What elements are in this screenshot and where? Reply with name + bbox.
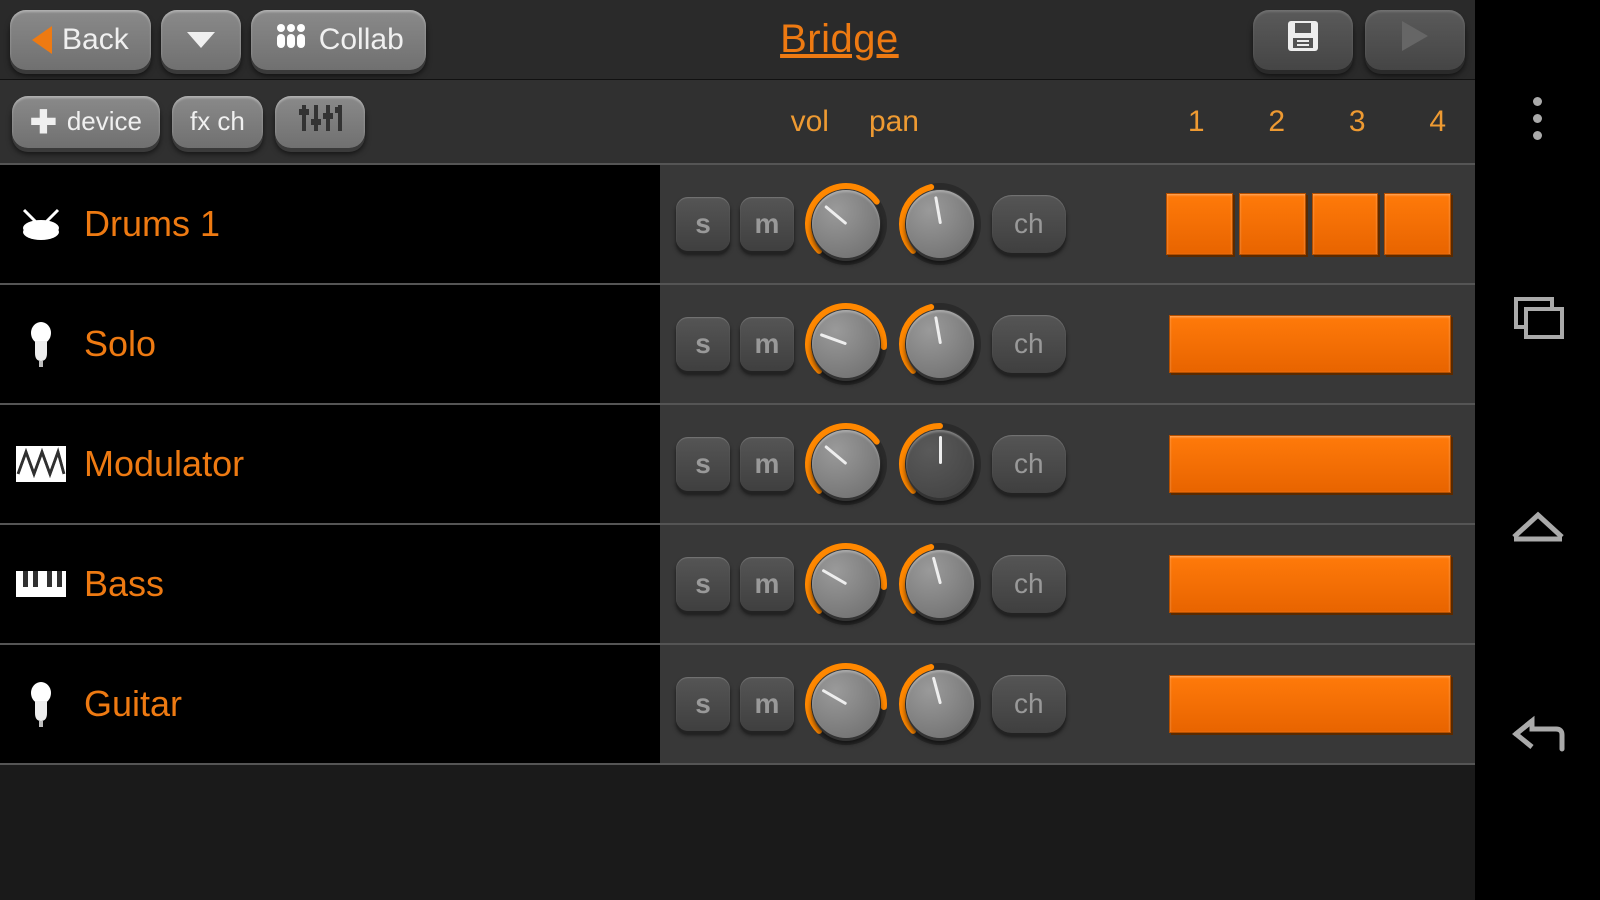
track-row: Bass s m ch bbox=[0, 525, 1475, 645]
collab-label: Collab bbox=[319, 23, 404, 57]
solo-button[interactable]: s bbox=[676, 557, 730, 611]
vol-knob[interactable] bbox=[804, 182, 888, 266]
vol-knob[interactable] bbox=[804, 302, 888, 386]
track-list: Drums 1 s m ch bbox=[0, 165, 1475, 900]
drum-icon bbox=[16, 199, 66, 249]
back-label: Back bbox=[62, 23, 129, 57]
top-bar-right bbox=[1253, 10, 1465, 70]
pattern-bar[interactable] bbox=[1169, 555, 1451, 613]
track-label: Guitar bbox=[84, 683, 182, 725]
mic-icon bbox=[16, 319, 66, 369]
menu-dots-icon[interactable] bbox=[1533, 97, 1542, 140]
collab-button[interactable]: Collab bbox=[251, 10, 426, 70]
slot-2: 2 bbox=[1268, 105, 1285, 139]
track-controls: s m ch bbox=[660, 405, 1475, 523]
vol-knob[interactable] bbox=[804, 662, 888, 746]
plus-icon: ✚ bbox=[30, 103, 57, 141]
keys-icon bbox=[16, 559, 66, 609]
track-controls: s m ch bbox=[660, 645, 1475, 763]
back-button[interactable]: Back bbox=[10, 10, 151, 70]
fx-ch-button[interactable]: fx ch bbox=[172, 96, 263, 148]
channel-button[interactable]: ch bbox=[992, 315, 1066, 373]
mixer-screen: Back Collab Bridge bbox=[0, 0, 1475, 900]
mute-button[interactable]: m bbox=[740, 437, 794, 491]
mute-button[interactable]: m bbox=[740, 197, 794, 251]
channel-button[interactable]: ch bbox=[992, 435, 1066, 493]
pattern-block[interactable] bbox=[1312, 193, 1379, 255]
track-name-area[interactable]: Drums 1 bbox=[0, 165, 660, 283]
pattern-block[interactable] bbox=[1384, 193, 1451, 255]
pan-label: pan bbox=[869, 105, 919, 139]
wave-icon bbox=[16, 439, 66, 489]
solo-button[interactable]: s bbox=[676, 437, 730, 491]
toolbar: ✚ device fx ch vol pan 1 2 3 4 bbox=[0, 80, 1475, 165]
play-icon bbox=[1400, 19, 1430, 61]
android-nav-bar bbox=[1475, 0, 1600, 900]
track-label: Solo bbox=[84, 323, 156, 365]
track-name-area[interactable]: Guitar bbox=[0, 645, 660, 763]
play-button[interactable] bbox=[1365, 10, 1465, 70]
pattern-bar[interactable] bbox=[1169, 675, 1451, 733]
home-button[interactable] bbox=[1508, 501, 1568, 556]
track-controls: s m ch bbox=[660, 165, 1475, 283]
track-name-area[interactable]: Solo bbox=[0, 285, 660, 403]
slot-3: 3 bbox=[1349, 105, 1366, 139]
vol-knob[interactable] bbox=[804, 422, 888, 506]
channel-button[interactable]: ch bbox=[992, 195, 1066, 253]
vol-knob[interactable] bbox=[804, 542, 888, 626]
track-controls: s m ch bbox=[660, 285, 1475, 403]
pan-knob[interactable] bbox=[898, 182, 982, 266]
add-device-button[interactable]: ✚ device bbox=[12, 96, 160, 148]
top-bar: Back Collab Bridge bbox=[0, 0, 1475, 80]
track-name-area[interactable]: Modulator bbox=[0, 405, 660, 523]
sliders-icon bbox=[298, 101, 342, 142]
mute-button[interactable]: m bbox=[740, 677, 794, 731]
pan-knob[interactable] bbox=[898, 542, 982, 626]
pan-knob[interactable] bbox=[898, 302, 982, 386]
pattern-bar[interactable] bbox=[1169, 435, 1451, 493]
fx-ch-label: fx ch bbox=[190, 106, 245, 137]
chevron-down-icon bbox=[187, 32, 215, 48]
dropdown-button[interactable] bbox=[161, 10, 241, 70]
add-device-label: device bbox=[67, 106, 142, 137]
channel-button[interactable]: ch bbox=[992, 555, 1066, 613]
track-row: Drums 1 s m ch bbox=[0, 165, 1475, 285]
pattern-block[interactable] bbox=[1239, 193, 1306, 255]
track-row: Guitar s m ch bbox=[0, 645, 1475, 765]
track-label: Drums 1 bbox=[84, 203, 220, 245]
recent-apps-button[interactable] bbox=[1508, 293, 1568, 348]
people-icon bbox=[273, 21, 309, 59]
mixer-button[interactable] bbox=[275, 96, 365, 148]
mic-icon bbox=[16, 679, 66, 729]
back-arrow-icon bbox=[32, 26, 52, 54]
vol-label: vol bbox=[791, 105, 829, 139]
track-label: Bass bbox=[84, 563, 164, 605]
save-button[interactable] bbox=[1253, 10, 1353, 70]
pattern-bar[interactable] bbox=[1169, 315, 1451, 373]
slot-4: 4 bbox=[1429, 105, 1446, 139]
mixer-column-labels: vol pan bbox=[377, 105, 1169, 139]
save-icon bbox=[1285, 18, 1321, 62]
channel-button[interactable]: ch bbox=[992, 675, 1066, 733]
pan-knob[interactable] bbox=[898, 422, 982, 506]
mute-button[interactable]: m bbox=[740, 317, 794, 371]
slot-1: 1 bbox=[1188, 105, 1205, 139]
pattern-slots bbox=[1166, 193, 1451, 255]
solo-button[interactable]: s bbox=[676, 317, 730, 371]
track-name-area[interactable]: Bass bbox=[0, 525, 660, 643]
song-section-title[interactable]: Bridge bbox=[436, 17, 1243, 62]
pattern-slot-numbers: 1 2 3 4 bbox=[1181, 105, 1463, 139]
track-controls: s m ch bbox=[660, 525, 1475, 643]
track-label: Modulator bbox=[84, 443, 244, 485]
track-row: Solo s m ch bbox=[0, 285, 1475, 405]
pattern-block[interactable] bbox=[1166, 193, 1233, 255]
solo-button[interactable]: s bbox=[676, 677, 730, 731]
mute-button[interactable]: m bbox=[740, 557, 794, 611]
solo-button[interactable]: s bbox=[676, 197, 730, 251]
android-back-button[interactable] bbox=[1508, 709, 1568, 764]
track-row: Modulator s m ch bbox=[0, 405, 1475, 525]
pan-knob[interactable] bbox=[898, 662, 982, 746]
